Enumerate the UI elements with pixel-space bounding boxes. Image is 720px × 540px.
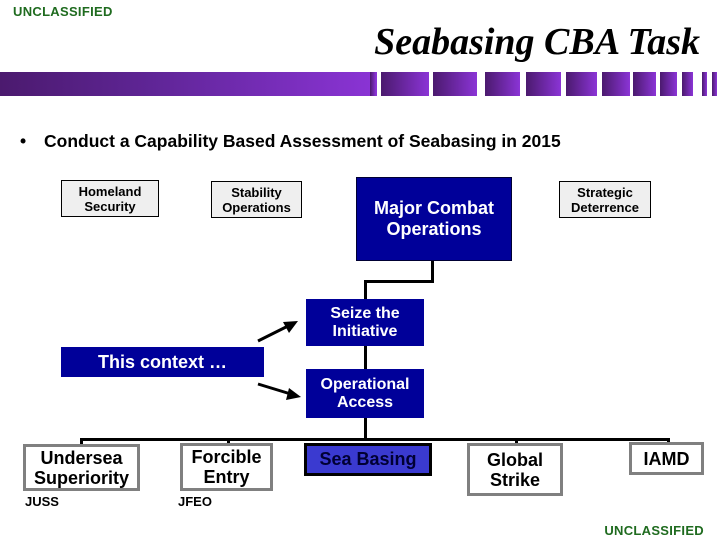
box-label-line: IAMD [643, 448, 690, 469]
box-label-line: Superiority [33, 467, 130, 488]
global-strike-box: Global Strike [467, 443, 563, 496]
classification-bottom: UNCLASSIFIED [604, 523, 704, 538]
box-label-line: Entry [203, 467, 250, 487]
box-label-line: Strike [489, 469, 540, 490]
arrow-to-seize-icon [257, 321, 298, 343]
box-label-line: Global [486, 449, 543, 470]
forcible-entry-box: Forcible Entry [180, 443, 273, 491]
arrow-to-access-icon [257, 382, 301, 400]
capability-bus-line [80, 438, 670, 441]
jfeo-label: JFEO [178, 494, 212, 509]
sea-basing-box: Sea Basing [304, 443, 432, 476]
box-label-line: Forcible [191, 447, 262, 467]
box-label-line: Undersea [40, 447, 123, 468]
undersea-superiority-box: Undersea Superiority [23, 444, 140, 491]
box-label-line: Sea Basing [319, 449, 417, 469]
iamd-box: IAMD [629, 442, 704, 475]
juss-label: JUSS [25, 494, 59, 509]
